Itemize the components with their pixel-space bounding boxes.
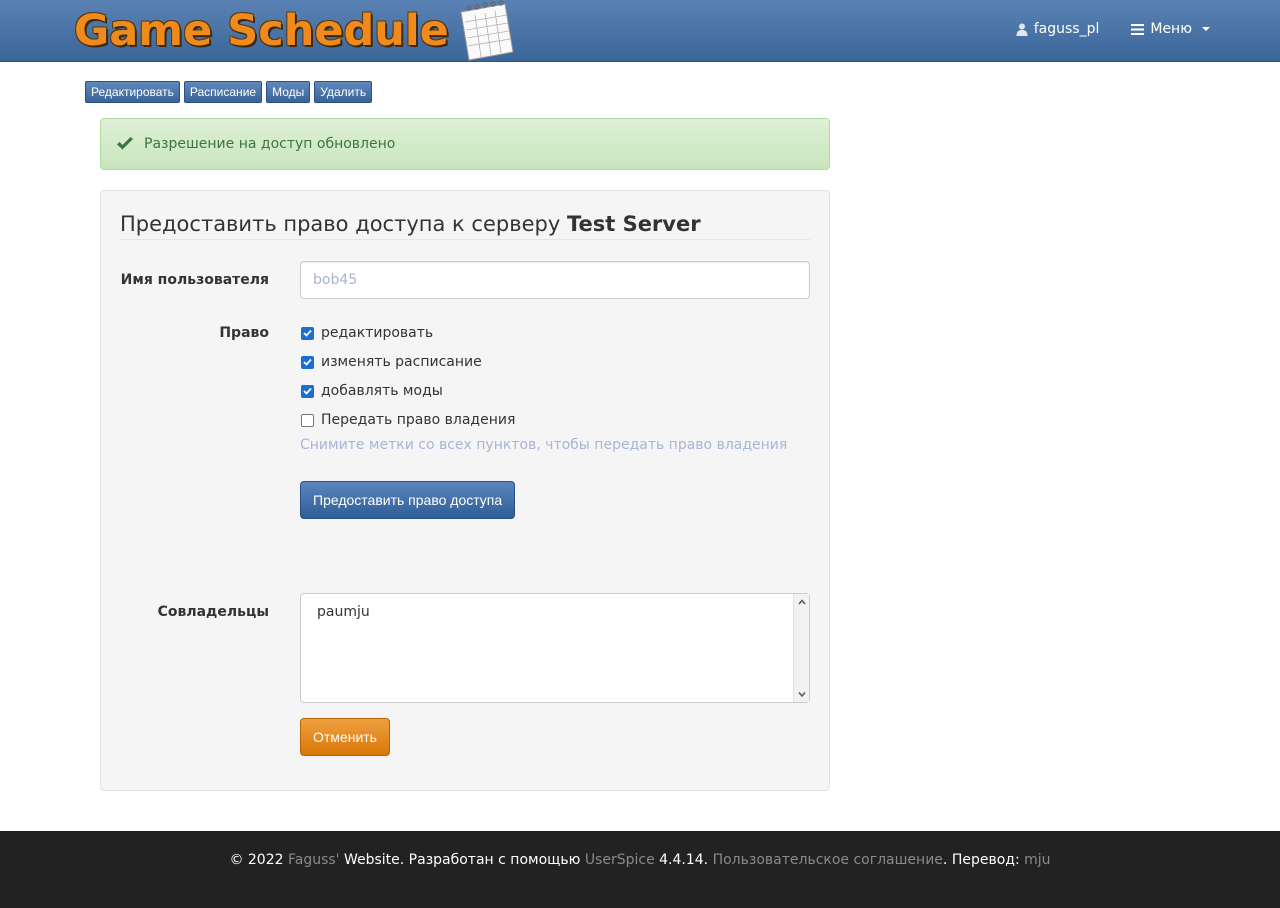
- alert-text: Разрешение на доступ обновлено: [144, 136, 396, 152]
- checkbox-checked-icon: [301, 326, 314, 340]
- edit-button[interactable]: Редактировать: [85, 81, 180, 103]
- coowners-label: Совладельцы: [157, 604, 269, 620]
- scroll-down-icon[interactable]: [797, 689, 807, 699]
- footer-site-text: Website. Разработан с помощью: [339, 852, 585, 868]
- schedule-button[interactable]: Расписание: [183, 81, 263, 103]
- help-text: Снимите метки со всех пунктов, чтобы пер…: [300, 437, 788, 453]
- form-title-prefix: Предоставить право доступа к серверу: [120, 212, 567, 236]
- username-input[interactable]: [300, 261, 810, 299]
- menu-label: Меню: [1150, 21, 1192, 37]
- user-icon: [1016, 23, 1028, 36]
- site-logo[interactable]: Game Schedule: [74, 0, 517, 62]
- checkbox-checked-icon: [301, 355, 314, 369]
- translation-text: . Перевод:: [942, 852, 1025, 868]
- copyright: © 2022: [229, 852, 288, 868]
- permission-mods-checkbox[interactable]: добавлять моды: [301, 383, 443, 399]
- permission-schedule-label: изменять расписание: [321, 354, 482, 370]
- coowners-list[interactable]: paumju: [300, 593, 810, 703]
- translator-link[interactable]: mju: [1024, 852, 1050, 868]
- cancel-button[interactable]: Отменить: [300, 718, 390, 756]
- caret-down-icon: [1202, 27, 1210, 31]
- footer-text: © 2022 Faguss' Website. Разработан с пом…: [0, 852, 1280, 868]
- hamburger-icon: [1131, 23, 1145, 35]
- permission-edit-checkbox[interactable]: редактировать: [301, 325, 433, 341]
- permission-edit-label: редактировать: [321, 325, 434, 341]
- transfer-ownership-checkbox[interactable]: Передать право владения: [301, 412, 515, 428]
- version-text: 4.4.14.: [654, 852, 713, 868]
- username-field-label: Имя пользователя: [120, 272, 269, 288]
- user-menu[interactable]: faguss_pl: [1016, 21, 1100, 37]
- calendar-icon: [460, 0, 514, 61]
- delete-button[interactable]: Удалить: [314, 81, 373, 103]
- terms-link[interactable]: Пользовательское соглашение: [713, 852, 943, 868]
- server-name: Test Server: [566, 212, 701, 236]
- checkbox-checked-icon: [301, 384, 314, 398]
- top-navbar: Game Schedule faguss_pl Меню: [0, 0, 1280, 62]
- permission-label: Право: [219, 325, 269, 341]
- success-alert: Разрешение на доступ обновлено: [100, 118, 830, 170]
- mods-button[interactable]: Моды: [266, 81, 311, 103]
- coowner-item[interactable]: paumju: [317, 604, 370, 620]
- scrollbar[interactable]: [793, 594, 809, 702]
- footer: © 2022 Faguss' Website. Разработан с пом…: [0, 831, 1280, 908]
- userspice-link[interactable]: UserSpice: [585, 852, 655, 868]
- site-link[interactable]: Faguss': [288, 852, 340, 868]
- server-action-bar: Редактировать Расписание Моды Удалить: [85, 81, 373, 103]
- permission-schedule-checkbox[interactable]: изменять расписание: [301, 354, 482, 370]
- checkmark-icon: [117, 137, 133, 150]
- permission-mods-label: добавлять моды: [321, 383, 443, 399]
- main-menu[interactable]: Меню: [1131, 21, 1210, 37]
- transfer-ownership-label: Передать право владения: [321, 412, 516, 428]
- form-title: Предоставить право доступа к серверу Tes…: [120, 212, 810, 240]
- username-label: faguss_pl: [1033, 21, 1100, 37]
- scroll-up-icon[interactable]: [797, 597, 807, 607]
- logo-text: Game Schedule: [74, 6, 449, 56]
- grant-access-button[interactable]: Предоставить право доступа: [300, 481, 516, 519]
- access-form: Предоставить право доступа к серверу Tes…: [100, 190, 830, 791]
- checkbox-unchecked-icon: [301, 413, 314, 427]
